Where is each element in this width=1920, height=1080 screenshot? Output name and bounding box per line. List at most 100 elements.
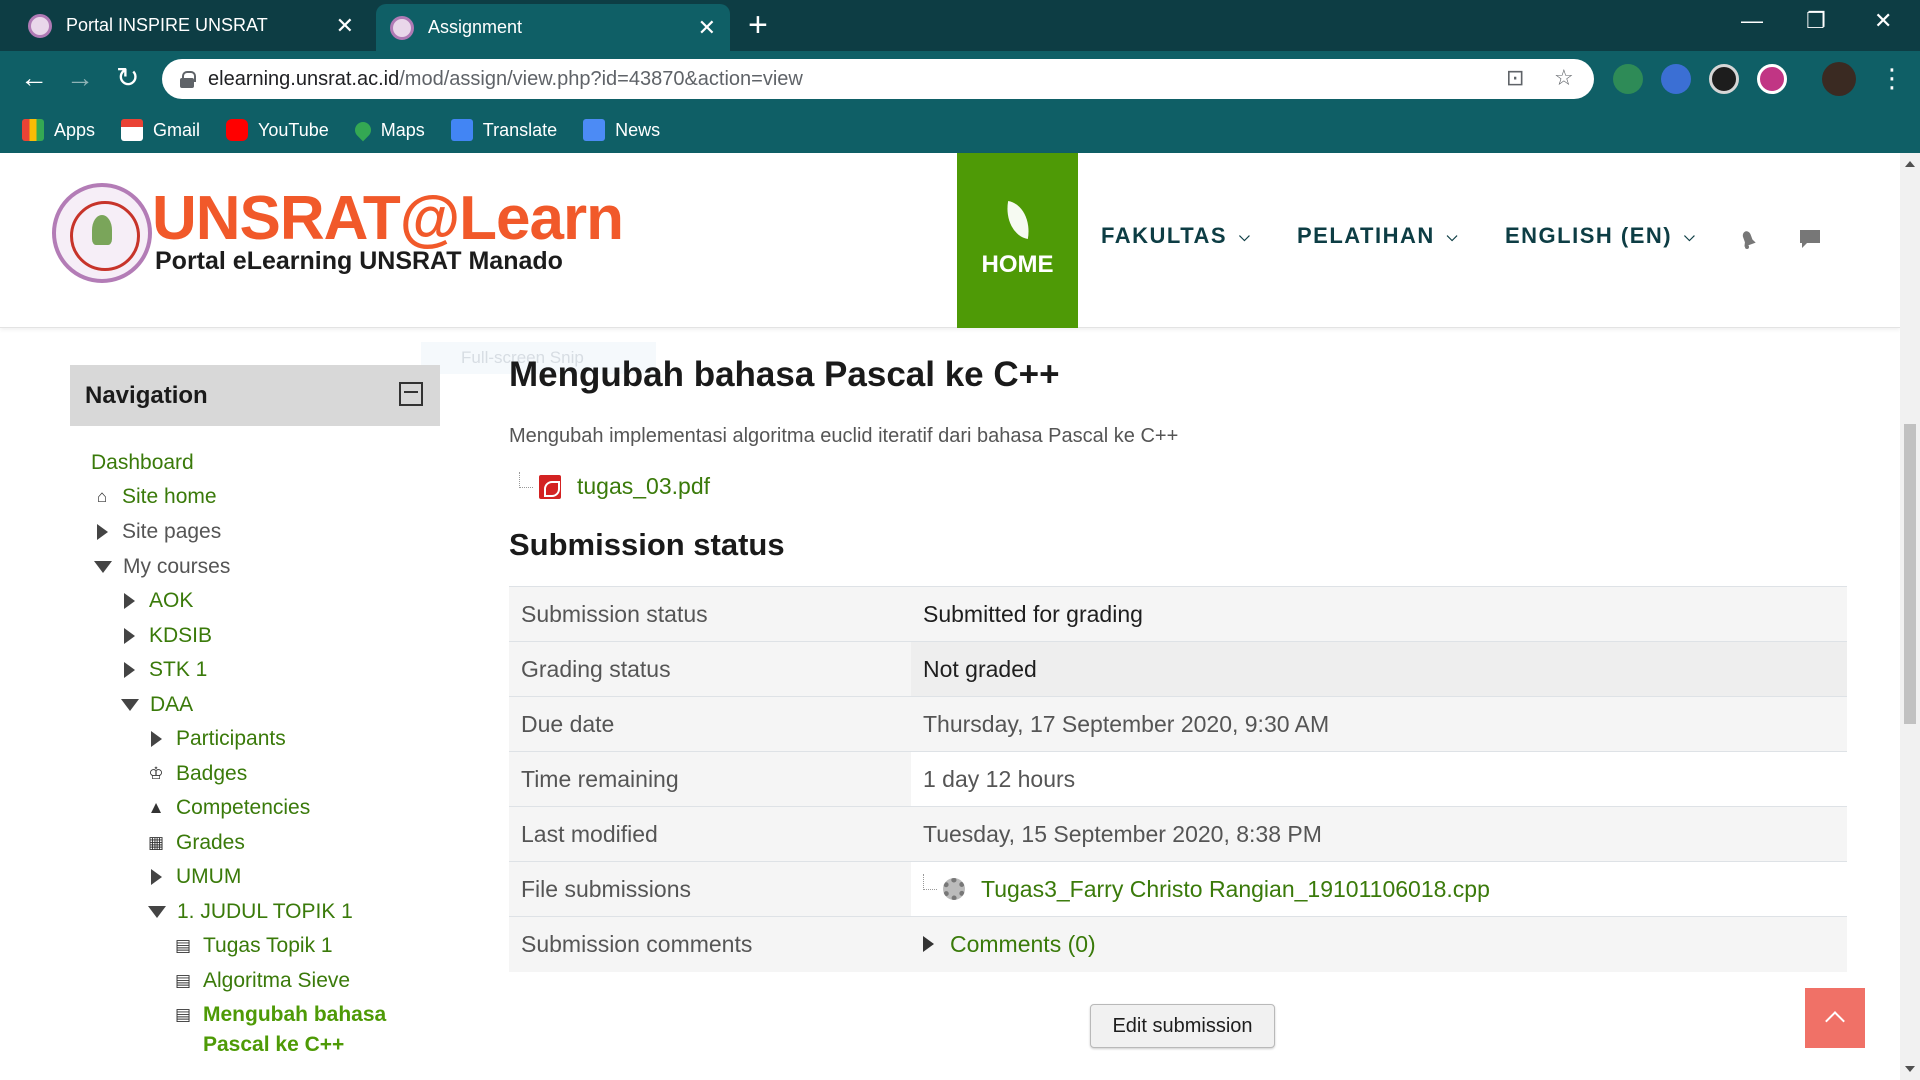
lock-icon[interactable] — [180, 71, 196, 88]
nav-item-site-pages[interactable]: Site pages — [97, 520, 221, 544]
nav-fakultas[interactable]: FAKULTAS ⌵ — [1101, 223, 1251, 249]
expand-arrow-icon[interactable] — [97, 524, 108, 540]
home-icon: ⌂ — [96, 487, 108, 506]
reload-icon[interactable]: ↻ — [116, 63, 139, 93]
row-label: File submissions — [509, 861, 911, 917]
due-date-value: Thursday, 17 September 2020, 9:30 AM — [911, 696, 1847, 752]
minimize-icon[interactable]: — — [1741, 8, 1763, 34]
expand-arrow-icon[interactable] — [151, 731, 162, 747]
new-tab-icon[interactable]: + — [748, 6, 768, 44]
nav-item-umum[interactable]: UMUM — [151, 865, 241, 889]
expand-arrow-icon[interactable] — [124, 662, 135, 678]
submitted-file-link[interactable]: Tugas3_Farry Christo Rangian_19101106018… — [981, 876, 1490, 903]
row-label: Time remaining — [509, 751, 911, 807]
assignment-icon: ▤ — [174, 971, 192, 990]
nav-item-competencies[interactable]: ▲ Competencies — [145, 796, 311, 820]
url-bar[interactable]: elearning.unsrat.ac.id/mod/assign/view.p… — [162, 59, 1594, 99]
browser-tab-bar: Portal INSPIRE UNSRAT ✕ Assignment ✕ + —… — [0, 0, 1920, 51]
nav-item-tugas-topik-1[interactable]: ▤ Tugas Topik 1 — [172, 934, 333, 958]
row-label: Submission comments — [509, 916, 911, 972]
assignment-intro: Mengubah implementasi algoritma euclid i… — [509, 425, 1179, 447]
brand-title[interactable]: UNSRAT@Learn — [152, 183, 624, 254]
maps-pin-icon — [351, 118, 375, 142]
bookmark-maps[interactable]: Maps — [351, 118, 425, 142]
bookmark-youtube[interactable]: YouTube — [226, 119, 329, 141]
scroll-thumb[interactable] — [1904, 424, 1916, 724]
nav-item-badges[interactable]: ♔ Badges — [145, 762, 247, 786]
nav-item-algoritma-sieve[interactable]: ▤ Algoritma Sieve — [172, 969, 350, 993]
tab-assignment[interactable]: Assignment ✕ — [376, 4, 730, 51]
unsrat-favicon-icon — [28, 13, 52, 38]
nav-item-current-assignment[interactable]: ▤ Mengubah bahasa — [172, 1003, 386, 1027]
expand-arrow-icon[interactable] — [151, 869, 162, 885]
edit-submission-button[interactable]: Edit submission — [1090, 1004, 1275, 1048]
bookmark-translate[interactable]: Translate — [450, 119, 557, 141]
grades-table-icon: ▦ — [147, 833, 165, 852]
extension-edge-icon[interactable] — [1709, 64, 1739, 94]
pdf-icon — [539, 474, 561, 499]
attachment-link[interactable]: tugas_03.pdf — [577, 473, 710, 500]
bookmark-news[interactable]: News — [583, 119, 660, 141]
page-scrollbar[interactable] — [1900, 153, 1920, 1080]
nav-item-course-daa[interactable]: DAA — [121, 693, 193, 717]
row-label: Due date — [509, 696, 911, 752]
forward-arrow-icon[interactable]: → — [66, 63, 94, 93]
chevron-down-icon: ⌵ — [1684, 227, 1697, 244]
attachment-file[interactable]: tugas_03.pdf — [519, 471, 710, 500]
submission-status-table: Submission status Submitted for grading … — [509, 586, 1847, 972]
translate-page-icon[interactable]: ⊡ — [1506, 65, 1524, 91]
navigation-title: Navigation — [85, 381, 208, 409]
restore-icon[interactable]: ❐ — [1806, 8, 1826, 34]
comments-toggle[interactable]: Comments (0) — [923, 931, 1847, 958]
extension-instagram-icon[interactable] — [1757, 64, 1787, 94]
extension-vpn-icon[interactable] — [1613, 64, 1643, 94]
bookmarks-bar: Apps Gmail YouTube Maps Translate News — [0, 107, 1920, 153]
window-close-icon[interactable]: ✕ — [1874, 8, 1892, 34]
bookmark-star-icon[interactable]: ☆ — [1554, 65, 1574, 91]
section-title: Submission status — [509, 527, 785, 562]
nav-item-dashboard[interactable]: Dashboard — [91, 451, 194, 475]
nav-item-course-kdsib[interactable]: KDSIB — [124, 624, 212, 648]
url-host: elearning.unsrat.ac.id — [208, 67, 400, 90]
profile-avatar[interactable] — [1822, 62, 1856, 96]
collapse-arrow-icon[interactable] — [148, 906, 166, 918]
back-arrow-icon[interactable]: ← — [20, 63, 48, 93]
scroll-up-arrow-icon[interactable] — [1905, 161, 1915, 167]
collapse-arrow-icon[interactable] — [121, 699, 139, 711]
nav-item-judul-topik-1[interactable]: 1. JUDUL TOPIK 1 — [148, 900, 353, 924]
nav-item-course-aok[interactable]: AOK — [124, 589, 193, 613]
expand-arrow-icon[interactable] — [124, 593, 135, 609]
bookmark-gmail[interactable]: Gmail — [121, 119, 200, 141]
nav-item-participants[interactable]: Participants — [151, 727, 286, 751]
nav-pelatihan[interactable]: PELATIHAN ⌵ — [1297, 223, 1459, 249]
collapse-arrow-icon[interactable] — [94, 561, 112, 573]
competencies-icon: ▲ — [147, 798, 165, 817]
message-icon[interactable] — [1798, 227, 1822, 251]
comments-link[interactable]: Comments (0) — [950, 931, 1096, 958]
nav-item-course-stk1[interactable]: STK 1 — [124, 658, 207, 682]
nav-item-grades[interactable]: ▦ Grades — [145, 831, 245, 855]
tab-portal-inspire[interactable]: Portal INSPIRE UNSRAT ✕ — [0, 0, 368, 51]
bell-icon[interactable] — [1736, 227, 1760, 251]
tab-title: Portal INSPIRE UNSRAT — [66, 15, 268, 35]
nav-item-site-home[interactable]: ⌂ Site home — [91, 485, 217, 509]
nav-item-current-assignment-line2[interactable]: Pascal ke C++ — [203, 1033, 344, 1057]
close-icon[interactable]: ✕ — [698, 15, 716, 41]
file-submissions-cell: Tugas3_Farry Christo Rangian_19101106018… — [911, 861, 1847, 917]
nav-language[interactable]: ENGLISH (EN) ⌵ — [1505, 223, 1696, 249]
back-to-top-button[interactable] — [1805, 988, 1865, 1048]
nav-item-my-courses[interactable]: My courses — [94, 555, 230, 579]
close-icon[interactable]: ✕ — [336, 13, 354, 39]
extension-color-icon[interactable] — [1661, 64, 1691, 94]
nav-home[interactable]: HOME — [957, 153, 1078, 328]
table-row: Submission status Submitted for grading — [509, 586, 1847, 642]
more-menu-icon[interactable]: ⋮ — [1879, 63, 1905, 93]
collapse-block-icon[interactable] — [399, 382, 423, 406]
bookmark-apps[interactable]: Apps — [22, 119, 95, 141]
submitted-file[interactable]: Tugas3_Farry Christo Rangian_19101106018… — [923, 874, 1847, 903]
unsrat-favicon-icon — [390, 15, 414, 40]
unsrat-logo-seal[interactable] — [52, 183, 152, 283]
site-header: UNSRAT@Learn Portal eLearning UNSRAT Man… — [0, 153, 1900, 328]
expand-arrow-icon[interactable] — [124, 628, 135, 644]
scroll-down-arrow-icon[interactable] — [1905, 1066, 1915, 1072]
